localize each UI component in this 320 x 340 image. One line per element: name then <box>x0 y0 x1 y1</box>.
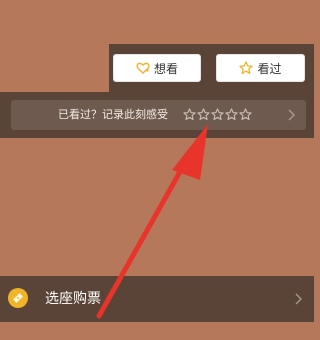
action-panel: 想看 看过 <box>109 44 314 92</box>
buy-ticket-label: 选座购票 <box>45 291 101 307</box>
rating-band: 已看过？记录此刻感受 <box>0 92 314 138</box>
watched-button[interactable]: 看过 <box>216 54 305 82</box>
chevron-right-icon <box>295 293 302 305</box>
star-rating[interactable] <box>183 108 253 122</box>
watched-label: 看过 <box>257 61 282 76</box>
star-outline-icon[interactable] <box>211 108 224 121</box>
heart-plus-icon <box>136 62 150 74</box>
star-outline-icon[interactable] <box>239 108 252 121</box>
ticket-icon <box>8 288 28 308</box>
star-outline-icon[interactable] <box>183 108 196 121</box>
chevron-right-icon <box>288 109 296 121</box>
rating-row[interactable]: 已看过？记录此刻感受 <box>11 100 306 130</box>
want-to-watch-button[interactable]: 想看 <box>113 54 201 82</box>
star-outline-icon[interactable] <box>197 108 210 121</box>
page: 想看 看过 已看过？记录此刻感受 选座购票 <box>0 0 314 340</box>
rating-prompt: 已看过？记录此刻感受 <box>58 108 168 121</box>
star-outline-icon[interactable] <box>225 108 238 121</box>
buy-ticket-bar[interactable]: 选座购票 <box>0 276 314 322</box>
star-icon <box>239 61 254 75</box>
want-to-watch-label: 想看 <box>153 61 178 76</box>
